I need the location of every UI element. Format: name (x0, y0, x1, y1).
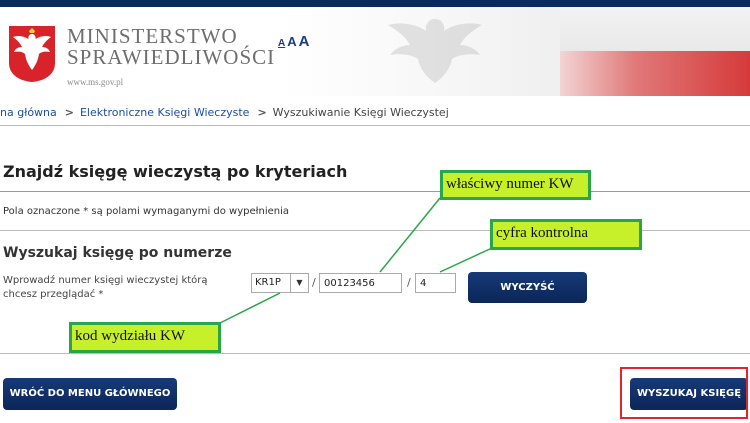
page-title: Znajdź księgę wieczystą po kryteriach (3, 162, 348, 181)
page: MINISTERSTWO SPRAWIEDLIWOŚCI www.ms.gov.… (0, 0, 750, 423)
section-title: Wyszukaj księgę po numerze (3, 245, 232, 261)
breadcrumb-home-link[interactable]: na główna (0, 106, 57, 119)
back-to-menu-button[interactable]: WRÓĆ DO MENU GŁÓWNEGO (3, 378, 177, 410)
kw-number-label: Wprowadź numer księgi wieczystej którą c… (3, 275, 208, 300)
number-separator: / (312, 276, 316, 289)
ministry-name-line2: SPRAWIEDLIWOŚCI (67, 45, 276, 69)
kw-number-input[interactable] (319, 273, 402, 293)
court-code-select[interactable]: KR1P ▼ (251, 273, 309, 293)
eagle-watermark-icon (388, 19, 482, 83)
court-code-value: KR1P (255, 277, 281, 288)
breadcrumb: na główna > Elektroniczne Księgi Wieczyste… (0, 100, 750, 126)
leader-line-number (379, 197, 441, 273)
chevron-down-icon[interactable]: ▼ (290, 274, 308, 292)
check-separator: / (407, 276, 411, 289)
clear-button[interactable]: WYCZYŚĆ (468, 272, 587, 303)
eagle-emblem-icon (9, 26, 55, 82)
flag-red-stripe (560, 51, 750, 96)
flag-white-stripe (560, 7, 750, 51)
annotation-kw-number: właściwy numer KW (440, 170, 591, 200)
top-bar (0, 0, 750, 7)
leader-line-check (439, 247, 493, 273)
annotation-court-code: kod wydziału KW (69, 322, 221, 353)
font-size-switcher: AAA (278, 33, 309, 51)
divider (0, 353, 750, 354)
divider (0, 191, 750, 192)
font-size-large-link[interactable]: A (299, 33, 310, 50)
check-digit-input[interactable] (415, 273, 456, 293)
annotation-check-digit: cyfra kontrolna (490, 219, 642, 250)
required-fields-note: Pola oznaczone * są polami wymaganymi do… (3, 206, 290, 217)
breadcrumb-ekw-link[interactable]: Elektroniczne Księgi Wieczyste (80, 106, 249, 119)
breadcrumb-separator: > (257, 106, 267, 119)
breadcrumb-separator: > (64, 106, 74, 119)
font-size-small-link[interactable]: A (278, 38, 285, 49)
site-header: MINISTERSTWO SPRAWIEDLIWOŚCI www.ms.gov.… (0, 7, 750, 96)
ministry-url: www.ms.gov.pl (67, 77, 124, 87)
search-button-highlight-frame (620, 367, 748, 419)
font-size-medium-link[interactable]: A (287, 34, 296, 49)
breadcrumb-current: Wyszukiwanie Księgi Wieczystej (272, 106, 449, 119)
